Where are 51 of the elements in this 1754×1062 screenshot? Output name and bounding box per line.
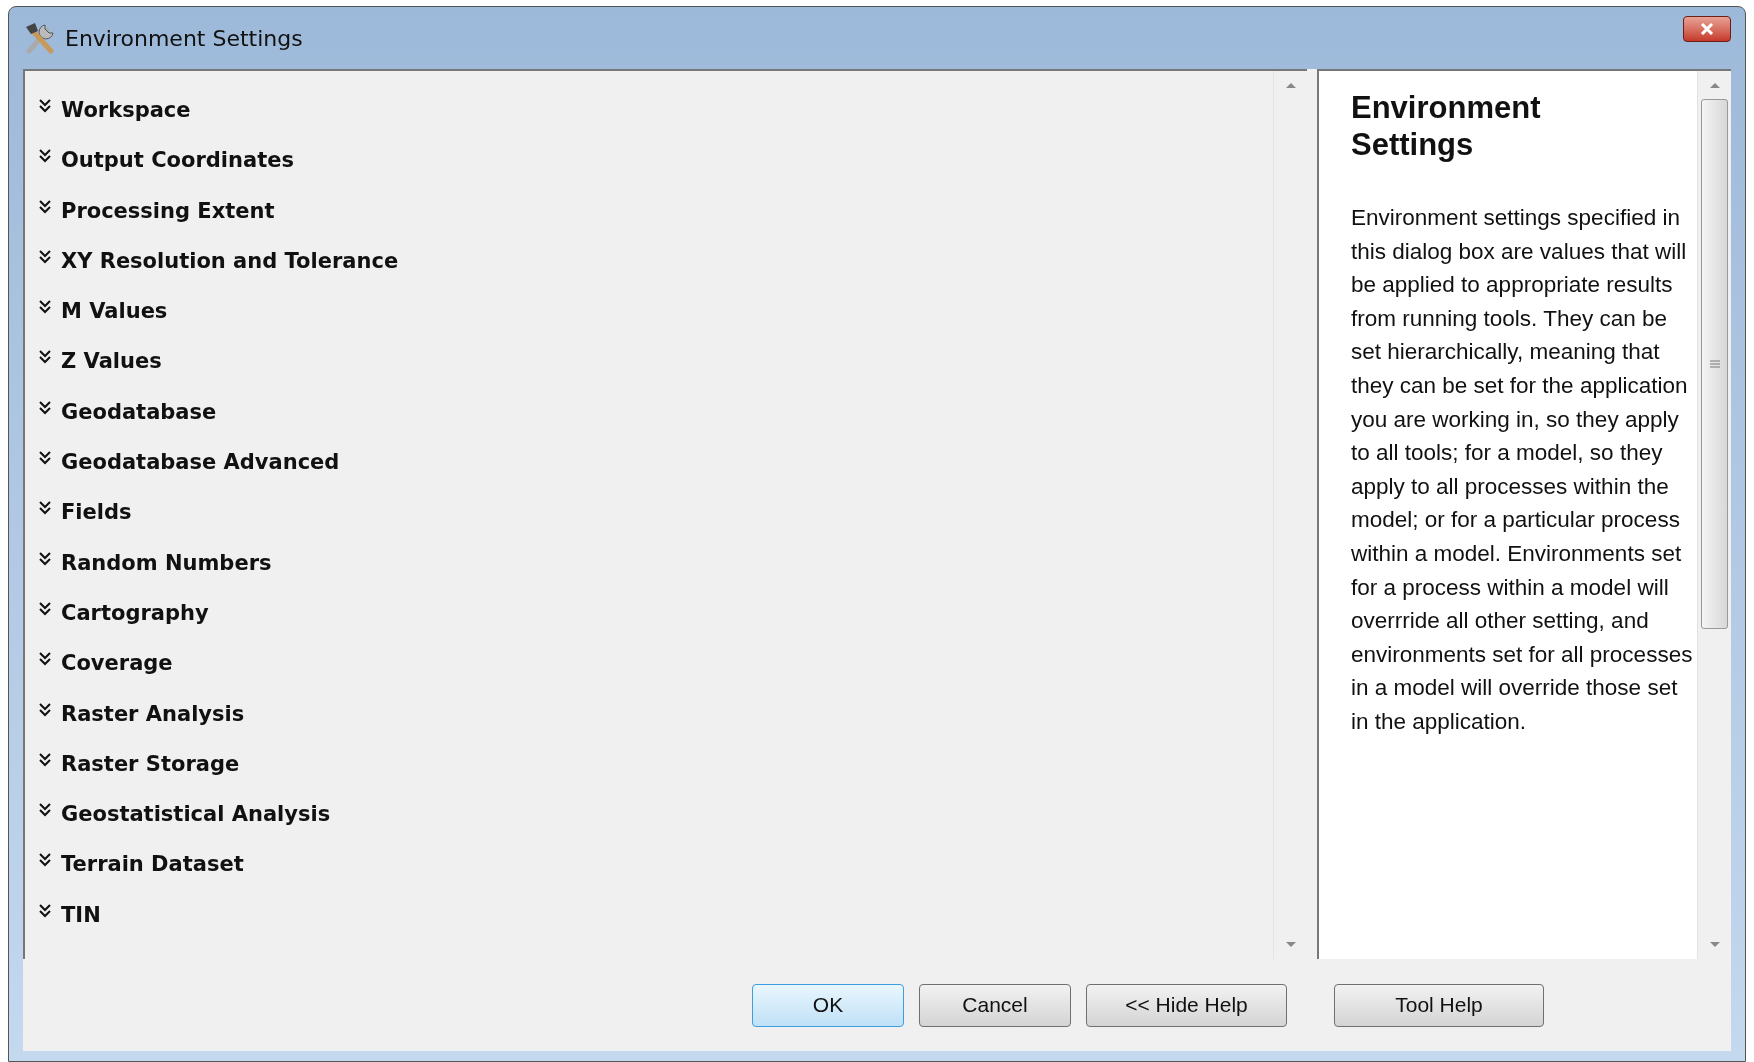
section-header[interactable]: Coverage <box>39 648 173 699</box>
section-header[interactable]: TIN <box>39 899 101 951</box>
hammer-wrench-icon <box>23 21 57 55</box>
scroll-thumb[interactable] <box>1701 99 1728 629</box>
section-header[interactable]: Random Numbers <box>39 547 272 598</box>
section-header[interactable]: Workspace <box>39 95 191 146</box>
scrollbar[interactable] <box>1697 71 1731 959</box>
double-chevron-down-icon <box>39 903 51 918</box>
double-chevron-down-icon <box>39 451 51 466</box>
section-header[interactable]: Fields <box>39 497 132 548</box>
double-chevron-down-icon <box>39 752 51 767</box>
double-chevron-down-icon <box>39 149 51 164</box>
section-header[interactable]: Raster Storage <box>39 748 240 800</box>
close-button[interactable] <box>1683 16 1731 42</box>
close-icon <box>1700 23 1714 35</box>
double-chevron-down-icon <box>39 601 51 616</box>
double-chevron-down-icon <box>39 551 51 566</box>
grip-icon <box>1709 360 1720 368</box>
section-header[interactable]: Cartography <box>39 597 209 649</box>
help-title: Environment Settings <box>1351 89 1542 163</box>
double-chevron-down-icon <box>39 300 51 315</box>
section-header[interactable]: Raster Analysis <box>39 698 245 749</box>
double-chevron-down-icon <box>39 853 51 868</box>
scroll-down-arrow-icon[interactable] <box>1708 941 1721 949</box>
section-header[interactable]: Terrain Dataset <box>39 849 244 900</box>
dialog-button[interactable]: << Hide Help <box>1086 983 1287 1027</box>
section-header[interactable]: Z Values <box>39 346 162 397</box>
section-header[interactable]: Output Coordinates <box>39 145 294 196</box>
dialog-button[interactable]: Tool Help <box>1334 983 1544 1027</box>
double-chevron-down-icon <box>39 400 51 415</box>
section-header[interactable]: M Values <box>39 296 168 347</box>
scroll-up-arrow-icon[interactable] <box>1708 81 1721 89</box>
scroll-up-arrow-icon[interactable] <box>1284 81 1297 89</box>
double-chevron-down-icon <box>39 652 51 667</box>
scroll-down-arrow-icon[interactable] <box>1284 941 1297 949</box>
double-chevron-down-icon <box>39 803 51 818</box>
dialog-button[interactable]: OK <box>752 983 904 1027</box>
section-header[interactable]: Geodatabase Advanced <box>39 447 340 498</box>
section-header[interactable]: Geodatabase <box>39 396 217 448</box>
double-chevron-down-icon <box>39 702 51 717</box>
double-chevron-down-icon <box>39 501 51 516</box>
double-chevron-down-icon <box>39 350 51 365</box>
double-chevron-down-icon <box>39 99 51 113</box>
double-chevron-down-icon <box>39 199 51 214</box>
dialog-button[interactable]: Cancel <box>919 983 1071 1027</box>
section-header[interactable]: XY Resolution and Tolerance <box>39 245 399 297</box>
help-text: Environment settings specified in this dialog box are values that will be applied to appropriate results from running tools. They can be set hierarchically, meaning that they can be set for the application you are working in, so they apply to all tools; for a model, so they apply to all processes within the model; or for a particular process within a model. Environments set for a process within a model will overrride all other setting, and environments set for all processes in a model will override those set in the application. <box>1351 204 1693 736</box>
section-header[interactable]: Processing Extent <box>39 195 275 246</box>
section-header[interactable]: Geostatistical Analysis <box>39 799 331 850</box>
window-title: Environment Settings <box>65 24 303 53</box>
double-chevron-down-icon <box>39 249 51 264</box>
